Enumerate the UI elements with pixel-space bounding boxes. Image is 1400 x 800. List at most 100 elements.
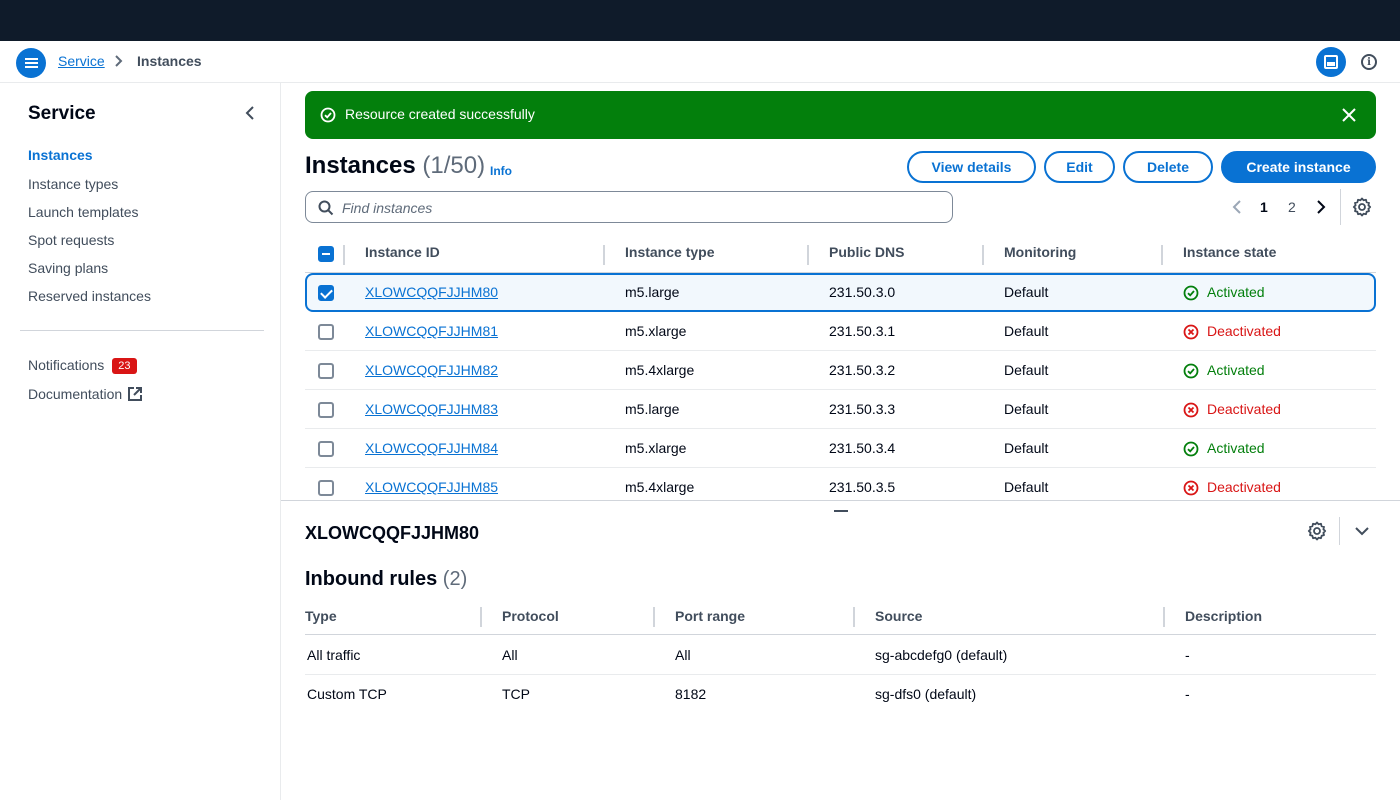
selection-count: (1/50) — [422, 152, 486, 179]
notifications-label: Notifications — [28, 357, 105, 373]
gear-icon[interactable] — [1352, 197, 1372, 217]
rule-source-cell: sg-abcdefg0 (default) — [875, 647, 1008, 663]
table-row[interactable]: XLOWCQQFJJHM85 m5.4xlarge 231.50.3.5 Def… — [305, 468, 1376, 500]
column-divider — [1161, 245, 1163, 265]
rule-source-cell: sg-dfs0 (default) — [875, 686, 977, 702]
rule-port-range-cell: All — [675, 647, 691, 663]
info-link[interactable]: Info — [490, 164, 512, 178]
sidebar-item-instances[interactable]: Instances — [28, 147, 93, 163]
column-header-monitoring[interactable]: Monitoring — [1004, 244, 1076, 260]
next-page-icon[interactable] — [1314, 199, 1328, 215]
column-header-instance-id[interactable]: Instance ID — [365, 244, 440, 260]
previous-page-icon[interactable] — [1230, 199, 1244, 215]
state-label: Deactivated — [1207, 323, 1281, 339]
breadcrumb-current: Instances — [137, 53, 202, 69]
split-panel-title: XLOWCQQFJJHM80 — [305, 523, 480, 543]
monitoring-cell: Default — [1004, 479, 1049, 495]
search-input[interactable] — [342, 199, 932, 217]
sidebar-title: Service — [28, 103, 96, 124]
row-checkbox[interactable] — [318, 480, 334, 496]
row-checkbox[interactable] — [318, 441, 334, 457]
column-header-instance-type[interactable]: Instance type — [625, 244, 714, 260]
page-1[interactable]: 1 — [1260, 199, 1268, 215]
rules-column-port-range: Port range — [675, 608, 746, 624]
row-checkbox[interactable] — [318, 324, 334, 340]
sidebar-item-spot-requests[interactable]: Spot requests — [28, 232, 114, 248]
instance-id-link[interactable]: XLOWCQQFJJHM81 — [365, 323, 498, 339]
instance-type-cell: m5.large — [625, 401, 680, 417]
gear-icon[interactable] — [1307, 521, 1327, 541]
check-circle-icon — [1183, 363, 1199, 379]
table-row[interactable]: XLOWCQQFJJHM83 m5.large 231.50.3.3 Defau… — [305, 390, 1376, 429]
close-icon[interactable] — [1341, 107, 1357, 123]
page-2[interactable]: 2 — [1288, 199, 1296, 215]
column-divider — [653, 607, 655, 627]
instance-id-cell: XLOWCQQFJJHM80 — [365, 284, 498, 300]
delete-button[interactable]: Delete — [1123, 151, 1213, 183]
chevron-down-icon[interactable] — [1354, 525, 1370, 537]
instance-id-cell: XLOWCQQFJJHM82 — [365, 362, 498, 378]
column-divider — [343, 245, 345, 265]
x-circle-icon — [1183, 480, 1199, 496]
breadcrumb-bar: Service Instances i — [0, 41, 1400, 83]
public-dns-cell: 231.50.3.0 — [829, 284, 896, 300]
info-icon[interactable]: i — [1361, 54, 1377, 70]
state-label: Deactivated — [1207, 479, 1281, 495]
column-divider — [853, 607, 855, 627]
row-checkbox[interactable] — [318, 363, 334, 379]
monitoring-cell: Default — [1004, 401, 1049, 417]
flash-message: Resource created successfully — [345, 106, 535, 122]
split-panel-toggle-button[interactable] — [1316, 47, 1346, 77]
row-checkbox[interactable] — [318, 285, 334, 301]
column-divider — [982, 245, 984, 265]
column-header-instance-state[interactable]: Instance state — [1183, 244, 1276, 260]
split-panel-resize-handle[interactable] — [834, 510, 848, 512]
split-panel-divider — [1339, 517, 1340, 545]
chevron-left-icon[interactable] — [243, 105, 257, 121]
instance-type-cell: m5.4xlarge — [625, 479, 695, 495]
monitoring-cell: Default — [1004, 323, 1049, 339]
rule-description-cell: - — [1185, 686, 1190, 702]
instance-id-link[interactable]: XLOWCQQFJJHM83 — [365, 401, 498, 417]
table-row[interactable]: XLOWCQQFJJHM82 m5.4xlarge 231.50.3.2 Def… — [305, 351, 1376, 390]
notifications-badge: 23 — [112, 358, 137, 374]
rules-column-description: Description — [1185, 608, 1263, 624]
sidebar-item-instance-types[interactable]: Instance types — [28, 176, 118, 192]
check-circle-icon — [1183, 285, 1199, 301]
instance-type-cell: m5.large — [625, 284, 680, 300]
sidebar-divider — [20, 330, 264, 331]
view-details-button[interactable]: View details — [907, 151, 1036, 183]
sidebar-item-saving-plans[interactable]: Saving plans — [28, 260, 108, 276]
public-dns-cell: 231.50.3.5 — [829, 479, 896, 495]
side-navigation: Service Instances Instance types Launch … — [0, 83, 281, 800]
breadcrumb-service-link[interactable]: Service — [58, 53, 105, 69]
instance-id-link[interactable]: XLOWCQQFJJHM82 — [365, 362, 498, 378]
top-navigation — [0, 0, 1400, 41]
menu-button[interactable] — [16, 48, 46, 78]
instance-id-link[interactable]: XLOWCQQFJJHM84 — [365, 440, 498, 456]
sidebar-item-launch-templates[interactable]: Launch templates — [28, 204, 139, 220]
instances-table: Instance ID Instance type Public DNS Mon… — [305, 234, 1376, 500]
select-all-checkbox[interactable] — [318, 246, 334, 262]
monitoring-cell: Default — [1004, 440, 1049, 456]
table-row[interactable]: XLOWCQQFJJHM80 m5.large 231.50.3.0 Defau… — [305, 273, 1376, 312]
instance-id-cell: XLOWCQQFJJHM85 — [365, 479, 498, 495]
pagination-divider — [1340, 189, 1341, 225]
instance-id-link[interactable]: XLOWCQQFJJHM85 — [365, 479, 498, 495]
edit-button[interactable]: Edit — [1044, 151, 1115, 183]
table-row[interactable]: XLOWCQQFJJHM84 m5.xlarge 231.50.3.4 Defa… — [305, 429, 1376, 468]
rules-row-divider — [305, 674, 1376, 675]
rule-type-cell: Custom TCP — [307, 686, 387, 702]
instance-id-cell: XLOWCQQFJJHM83 — [365, 401, 498, 417]
sidebar-item-documentation[interactable]: Documentation — [28, 386, 143, 402]
create-instance-button[interactable]: Create instance — [1221, 151, 1376, 183]
instance-type-cell: m5.xlarge — [625, 440, 687, 456]
sidebar-item-notifications[interactable]: Notifications 23 — [28, 357, 137, 374]
split-panel: XLOWCQQFJJHM80 Inbound rules (2) Type Pr… — [281, 500, 1400, 800]
row-checkbox[interactable] — [318, 402, 334, 418]
instance-id-link[interactable]: XLOWCQQFJJHM80 — [365, 284, 498, 300]
table-row[interactable]: XLOWCQQFJJHM81 m5.xlarge 231.50.3.1 Defa… — [305, 312, 1376, 351]
sidebar-item-reserved-instances[interactable]: Reserved instances — [28, 288, 151, 304]
rule-protocol-cell: TCP — [502, 686, 530, 702]
column-header-public-dns[interactable]: Public DNS — [829, 244, 904, 260]
